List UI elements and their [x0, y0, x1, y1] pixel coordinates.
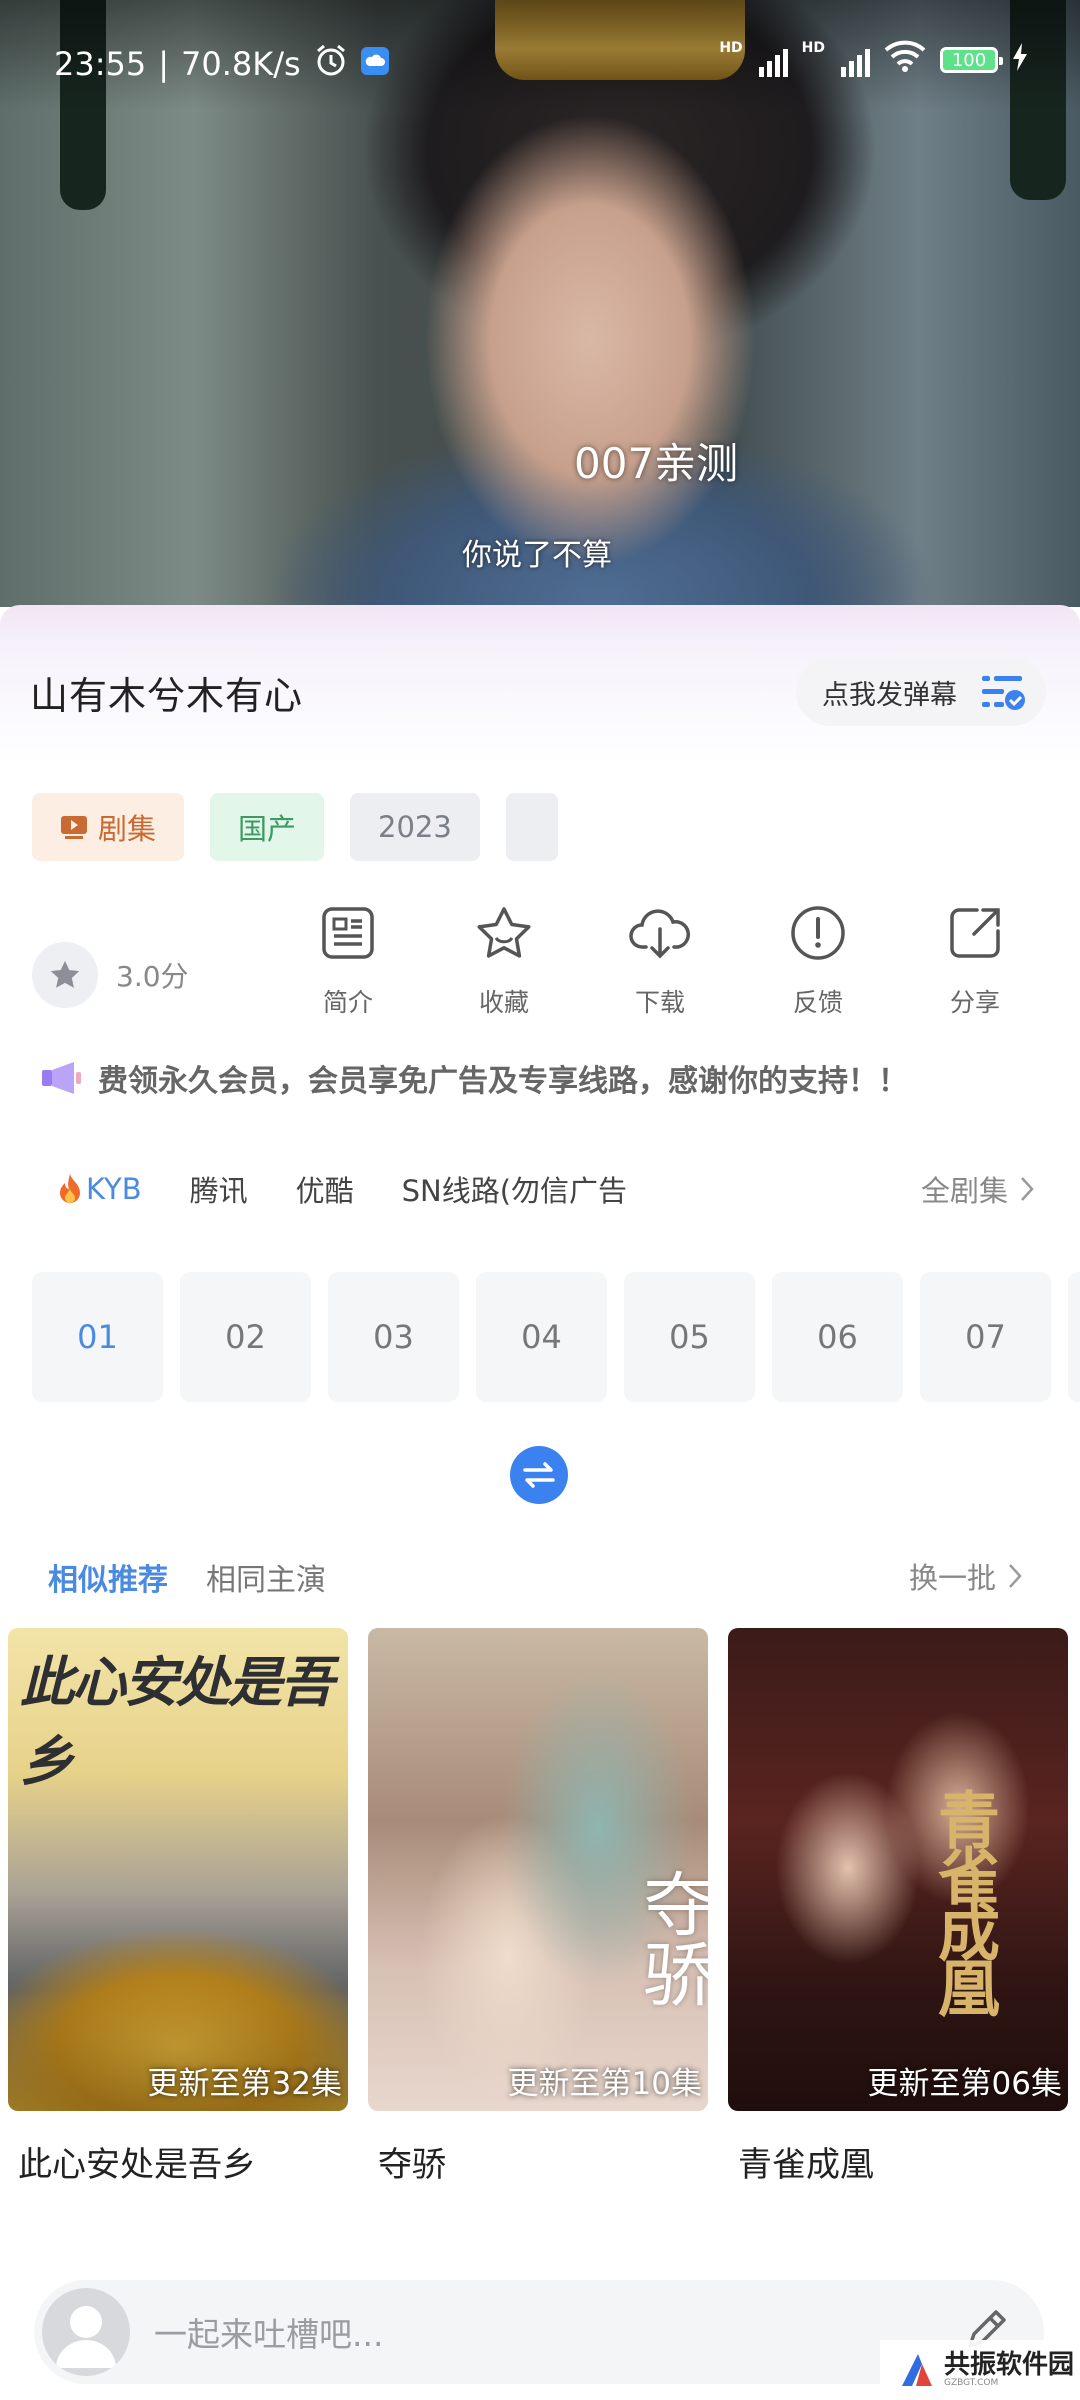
site-watermark: 共振软件园 GZBGT.COM: [880, 2340, 1080, 2400]
watermark-logo-icon: [902, 2354, 932, 2386]
episode-item[interactable]: [1068, 1272, 1080, 1402]
update-badge: 更新至第32集: [147, 2066, 342, 2102]
share-icon: [950, 908, 1000, 958]
episode-item[interactable]: 04: [476, 1272, 607, 1402]
tag-extra[interactable]: [505, 793, 558, 861]
tag-category[interactable]: 剧集: [32, 793, 185, 861]
action-download-label: 下载: [634, 988, 685, 1017]
source-line-tabs: KYB 腾讯 优酷 SN线路(勿信广告: [58, 1168, 682, 1210]
line-tab-sn[interactable]: SN线路(勿信广告: [402, 1168, 634, 1210]
poster-title-art: 青雀成凰: [927, 1788, 1000, 2012]
poster-image: 夺骄 更新至第10集: [368, 1628, 708, 2111]
tag-region[interactable]: 国产: [210, 793, 325, 861]
megaphone-icon: [42, 1062, 81, 1094]
video-subtitle-bottom: 你说了不算: [462, 538, 612, 573]
line-tab-youku[interactable]: 优酷: [296, 1168, 354, 1210]
tab-same-cast[interactable]: 相同主演: [206, 1555, 326, 1599]
battery-icon: 100: [940, 47, 1003, 73]
charging-icon: [1012, 41, 1028, 79]
poster-title-art: 此心安处是吾乡: [20, 1651, 334, 1793]
action-intro[interactable]: 简介: [293, 905, 403, 1019]
status-time: 23:55: [54, 45, 147, 83]
episode-item[interactable]: 05: [624, 1272, 755, 1402]
send-danmu-label: 点我发弹幕: [822, 679, 957, 711]
comment-input[interactable]: 一起来吐槽吧...: [154, 2308, 383, 2356]
poster-image: 此心安处是吾乡 更新至第32集: [8, 1628, 348, 2111]
line-tab-kyb[interactable]: KYB: [58, 1172, 142, 1206]
update-badge: 更新至第10集: [507, 2066, 702, 2102]
action-favorite-label: 收藏: [478, 988, 529, 1017]
notice-text: 费领永久会员，会员享免广告及专享线路，感谢你的支持！！: [98, 1064, 908, 1099]
poster-title-art: 夺骄: [632, 1868, 708, 2008]
chevron-right-icon: [1021, 1177, 1034, 1201]
episode-item[interactable]: 07: [920, 1272, 1051, 1402]
recommend-tabs: 相似推荐 相同主演: [48, 1555, 326, 1599]
alert-icon: [791, 906, 845, 960]
danmu-settings-icon: [982, 674, 1026, 719]
status-divider: |: [158, 45, 169, 83]
action-intro-label: 简介: [322, 988, 373, 1017]
hd-label: HD: [801, 40, 825, 56]
cloud-icon: [360, 45, 389, 83]
status-bar: 23:55 | 70.8K/s HD HD 100: [0, 0, 1080, 120]
tag-year-label: 2023: [378, 810, 452, 844]
line-tab-kyb-label: KYB: [86, 1172, 142, 1206]
episode-item[interactable]: 06: [772, 1272, 903, 1402]
cloud-download-icon: [629, 909, 690, 959]
hd-label: HD: [719, 40, 743, 56]
swap-icon: [523, 1462, 555, 1488]
play-square-icon: [61, 816, 87, 839]
all-episodes-label: 全剧集: [920, 1174, 1008, 1208]
rating-star-icon: [32, 942, 98, 1008]
avatar: [42, 2288, 130, 2376]
card-title: 夺骄: [378, 2145, 446, 2185]
chevron-right-icon: [1009, 1564, 1022, 1588]
star-icon: [477, 907, 531, 958]
recommend-card[interactable]: 夺骄 更新至第10集 夺骄: [368, 1628, 708, 2186]
fire-icon: [60, 1174, 80, 1203]
notice-marquee[interactable]: 费领永久会员，会员享免广告及专享线路，感谢你的支持！！: [40, 1056, 908, 1100]
watermark-text: 共振软件园: [944, 2350, 1075, 2380]
action-feedback-label: 反馈: [792, 988, 843, 1017]
show-tags: 剧集 国产 2023: [32, 793, 558, 861]
action-share-label: 分享: [949, 988, 1000, 1017]
send-danmu-button[interactable]: 点我发弹幕: [796, 658, 1046, 726]
signal-icon: [758, 43, 788, 77]
refresh-batch-button[interactable]: 换一批: [909, 1555, 1022, 1597]
update-badge: 更新至第06集: [867, 2066, 1062, 2102]
episode-item[interactable]: 02: [180, 1272, 311, 1402]
alarm-icon: [313, 42, 349, 86]
wifi-icon: [884, 40, 926, 80]
line-tab-tencent[interactable]: 腾讯: [190, 1168, 248, 1210]
recommend-card[interactable]: 此心安处是吾乡 更新至第32集 此心安处是吾乡: [8, 1628, 348, 2186]
status-speed: 70.8K/s: [181, 45, 301, 83]
action-download[interactable]: 下载: [605, 905, 715, 1019]
signal-icon: [841, 43, 870, 77]
episode-item[interactable]: 01: [32, 1272, 163, 1402]
tag-category-label: 剧集: [98, 812, 157, 846]
poster-image: 青雀成凰 更新至第06集: [728, 1628, 1068, 2111]
rating[interactable]: 3.0分: [32, 942, 189, 1008]
show-title: 山有木兮木有心: [30, 674, 304, 718]
action-feedback[interactable]: 反馈: [763, 905, 873, 1019]
document-icon: [322, 907, 374, 959]
action-favorite[interactable]: 收藏: [449, 905, 559, 1019]
refresh-batch-label: 换一批: [908, 1561, 996, 1595]
video-subtitle-top: 007亲测: [574, 439, 739, 488]
rating-score: 3.0分: [116, 960, 189, 993]
user-icon: [56, 2306, 116, 2368]
recommend-card[interactable]: 青雀成凰 更新至第06集 青雀成凰: [728, 1628, 1068, 2186]
tag-year[interactable]: 2023: [350, 793, 480, 861]
tag-region-label: 国产: [238, 812, 297, 846]
action-share[interactable]: 分享: [920, 905, 1030, 1019]
card-title: 青雀成凰: [738, 2145, 874, 2185]
episode-list: 01 02 03 04 05 06 07: [32, 1272, 1080, 1402]
swap-order-button[interactable]: [510, 1446, 568, 1504]
card-title: 此心安处是吾乡: [18, 2145, 256, 2185]
episode-item[interactable]: 03: [328, 1272, 459, 1402]
all-episodes-button[interactable]: 全剧集: [921, 1168, 1034, 1210]
tab-similar[interactable]: 相似推荐: [48, 1555, 168, 1599]
